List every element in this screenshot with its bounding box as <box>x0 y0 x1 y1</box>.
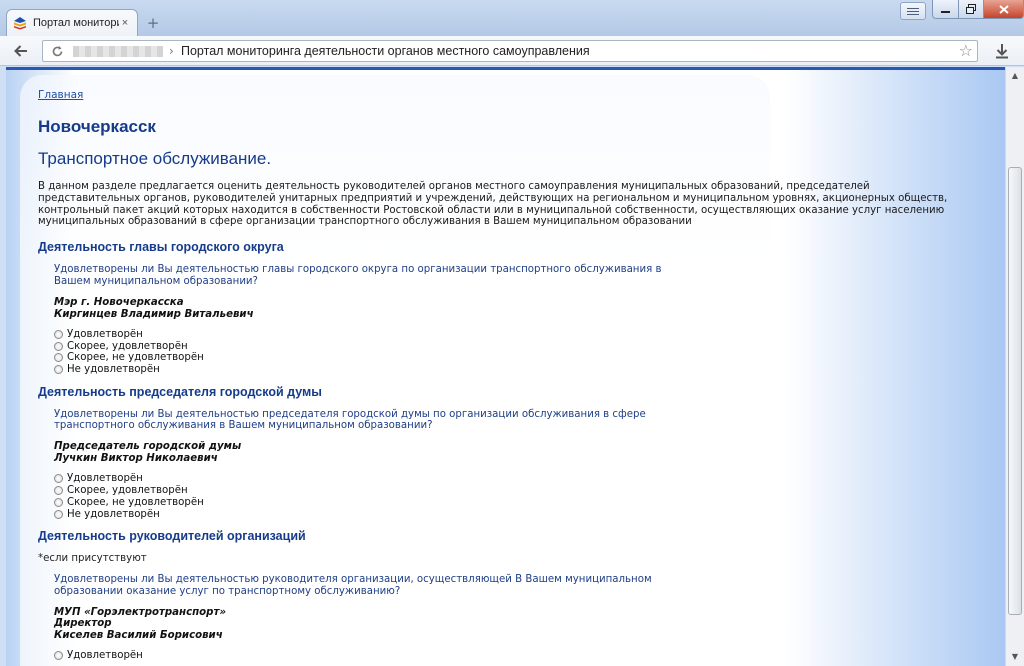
radio-option[interactable]: Скорее, удовлетворён <box>54 340 978 352</box>
person-name-mayor: Киргинцев Владимир Витальевич <box>54 308 254 320</box>
browser-toolbar: › Портал мониторинга деятельности органо… <box>0 36 1024 66</box>
window-titlebar: Портал мониторинга × + <box>0 0 1024 36</box>
block-heading-mayor: Деятельность главы городского округа <box>38 240 284 255</box>
radio-button[interactable] <box>54 474 63 484</box>
vertical-scrollbar[interactable]: ▲ ▼ <box>1005 67 1024 666</box>
breadcrumb-home-link[interactable]: Главная <box>38 89 978 102</box>
maximize-button[interactable] <box>958 0 984 19</box>
radio-button[interactable] <box>54 509 63 519</box>
download-icon[interactable] <box>992 41 1012 61</box>
browser-tab[interactable]: Портал мониторинга × <box>6 9 138 36</box>
section-title: Транспортное обслуживание. <box>38 149 272 168</box>
note-if-present: *если присутствуют <box>38 552 147 564</box>
radio-button[interactable] <box>54 341 63 351</box>
radio-option[interactable]: Не удовлетворён <box>54 508 978 520</box>
radio-button[interactable] <box>54 651 63 661</box>
tab-title: Портал мониторинга <box>33 17 119 29</box>
back-button[interactable] <box>10 41 32 61</box>
question-organization: Удовлетворены ли Вы деятельностью руково… <box>54 573 652 597</box>
header-accent-line <box>6 67 1005 70</box>
menu-icon[interactable] <box>900 2 926 20</box>
radio-button[interactable] <box>54 365 63 375</box>
person-title-duma: Председатель городской думы <box>54 441 242 453</box>
reload-icon[interactable] <box>49 42 65 60</box>
radio-option[interactable]: Скорее, удовлетворён <box>54 485 978 497</box>
intro-text: В данном разделе предлагается оценить де… <box>38 181 948 228</box>
page-content: Главная Новочеркасск Транспортное обслуж… <box>38 89 978 662</box>
block-heading-organizations: Деятельность руководителей организаций <box>38 528 306 543</box>
close-window-button[interactable] <box>983 0 1024 19</box>
rating-options-organization: Удовлетворён <box>54 650 978 662</box>
portal-favicon-icon <box>14 17 26 30</box>
radio-option[interactable]: Не удовлетворён <box>54 364 978 376</box>
url-domain-blurred <box>73 46 163 57</box>
person-position-organization: Директор <box>54 618 112 630</box>
radio-option[interactable]: Скорее, не удовлетворён <box>54 352 978 364</box>
scroll-down-icon[interactable]: ▼ <box>1007 649 1023 665</box>
radio-button[interactable] <box>54 329 63 339</box>
block-heading-duma: Деятельность председателя городской думы <box>38 384 322 399</box>
radio-button[interactable] <box>54 485 63 495</box>
person-name-duma: Лучкин Виктор Николаевич <box>54 452 218 464</box>
question-duma: Удовлетворены ли Вы деятельностью предсе… <box>54 408 646 432</box>
scroll-up-icon[interactable]: ▲ <box>1007 68 1023 84</box>
radio-button[interactable] <box>54 353 63 363</box>
question-mayor: Удовлетворены ли Вы деятельностью главы … <box>54 264 662 287</box>
radio-option[interactable]: Скорее, не удовлетворён <box>54 496 978 508</box>
minimize-icon <box>941 10 950 13</box>
rating-options-duma: Удовлетворён Скорее, удовлетворён Скорее… <box>54 473 978 520</box>
address-bar[interactable]: › Портал мониторинга деятельности органо… <box>42 40 978 62</box>
restore-icon <box>966 4 976 14</box>
tab-close-icon[interactable]: × <box>119 17 131 29</box>
page-viewport: Главная Новочеркасск Транспортное обслуж… <box>6 67 1005 666</box>
close-icon <box>998 4 1009 14</box>
url-separator: › <box>169 44 174 58</box>
radio-option[interactable]: Удовлетворён <box>54 328 978 340</box>
new-tab-button[interactable]: + <box>144 14 162 32</box>
organization-name: МУП «Горэлектротранспорт» <box>54 606 226 618</box>
city-title: Новочеркасск <box>38 117 156 136</box>
arrow-left-icon <box>14 45 27 57</box>
address-page-title: Портал мониторинга деятельности органов … <box>181 44 590 58</box>
radio-option[interactable]: Удовлетворён <box>54 473 978 485</box>
star-icon[interactable]: ☆ <box>959 41 973 61</box>
person-name-organization: Киселев Василий Борисович <box>54 630 223 642</box>
minimize-button[interactable] <box>932 0 959 19</box>
radio-button[interactable] <box>54 497 63 507</box>
rating-options-mayor: Удовлетворён Скорее, удовлетворён Скорее… <box>54 328 978 375</box>
radio-option[interactable]: Удовлетворён <box>54 650 978 662</box>
person-title-mayor: Мэр г. Новочеркасска <box>54 296 184 308</box>
scrollbar-thumb[interactable] <box>1008 167 1022 615</box>
